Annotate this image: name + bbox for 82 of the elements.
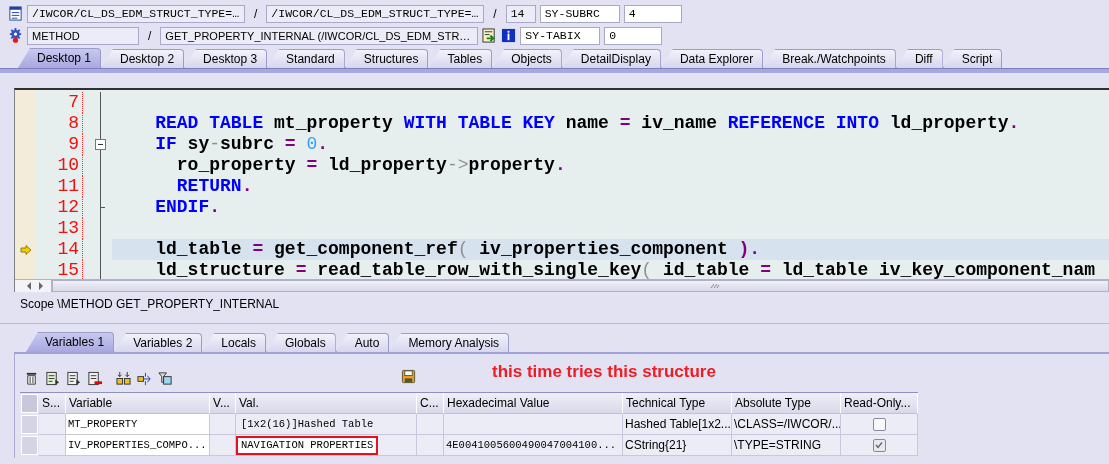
scope-label: Scope \METHOD GET_PROPERTY_INTERNAL <box>19 296 281 312</box>
tab[interactable]: Standard <box>267 49 345 68</box>
tab[interactable]: Data Explorer <box>660 49 764 68</box>
list-remove-icon[interactable] <box>87 371 102 386</box>
input-field[interactable]: SY-TABIX <box>520 26 601 45</box>
tab[interactable]: Variables 2 <box>114 333 203 352</box>
line-number: 7 <box>68 92 79 112</box>
table-cell: 4E0041005600490047004100... <box>444 435 623 456</box>
tab[interactable]: Auto <box>335 333 390 352</box>
code-line: ENDIF. <box>154 197 222 218</box>
input-field[interactable]: 14 <box>505 4 536 23</box>
scrollbar[interactable] <box>52 280 1109 292</box>
column-header[interactable]: Hexadecimal Value <box>444 393 623 414</box>
code-line: ro_property = ld_property->property. <box>175 155 567 176</box>
table-cell: IV_PROPERTIES_COMPO... <box>66 435 210 456</box>
splitter-grip-icon[interactable] <box>710 283 720 289</box>
tab[interactable]: Break./Watchpoints <box>763 49 896 68</box>
document-list-icon[interactable] <box>8 6 23 21</box>
checkbox[interactable] <box>872 438 886 452</box>
table-cell: MT_PROPERTY <box>66 414 210 435</box>
line-number: 14 <box>57 239 79 259</box>
table-cell-text: [1x2(16)]Hashed Table <box>240 416 375 432</box>
input-field[interactable]: /IWCOR/CL_DS_EDM_STRUCT_TYPE=… <box>27 4 245 23</box>
line-number: 13 <box>57 218 79 238</box>
input-field[interactable]: /IWCOR/CL_DS_EDM_STRUCT_TYPE=… <box>266 4 485 23</box>
tab[interactable]: Desktop 2 <box>101 49 185 68</box>
scroll-left-icon[interactable] <box>25 281 33 291</box>
tab[interactable]: Diff <box>895 49 943 68</box>
arrows-icon[interactable] <box>137 371 152 386</box>
line-number: 10 <box>57 155 79 175</box>
tab[interactable]: Desktop 1 <box>18 48 102 68</box>
tab[interactable]: Objects <box>492 49 562 68</box>
tab[interactable]: Script <box>942 49 1003 68</box>
tab[interactable]: Locals <box>202 333 266 352</box>
code-line: IF sy-subrc = 0. <box>154 134 330 155</box>
column-header[interactable]: Technical Type <box>623 393 732 414</box>
input-field[interactable]: SY-SUBRC <box>539 4 620 23</box>
input-field[interactable]: 4 <box>623 4 682 23</box>
trash-icon[interactable] <box>24 371 39 386</box>
table-cell: \CLASS=/IWCOR/... <box>732 414 841 435</box>
save-icon[interactable] <box>401 369 416 384</box>
line-number: 12 <box>57 197 79 217</box>
input-field[interactable]: METHOD <box>27 26 139 45</box>
column-header[interactable]: S... <box>39 393 66 414</box>
line-number: 11 <box>57 176 79 196</box>
code-line: RETURN. <box>175 176 254 197</box>
tab[interactable]: Structures <box>344 49 429 68</box>
tab[interactable]: Globals <box>266 333 336 352</box>
tab[interactable]: Variables 1 <box>26 332 115 352</box>
info-icon[interactable] <box>501 28 517 43</box>
scroll-right-icon[interactable] <box>37 281 45 291</box>
separator-text: / <box>147 28 153 43</box>
gear-icon[interactable] <box>8 28 23 43</box>
funnel-icon[interactable] <box>158 371 173 386</box>
code-line: ld_structure = read_table_row_with_single_key( id_table = ld_table iv_key_component_nam <box>154 260 1097 279</box>
table-cell: \TYPE=STRING <box>732 435 841 456</box>
table-cell: NAVIGATION PROPERTIES <box>236 435 379 455</box>
collapse-toggle[interactable] <box>95 139 106 150</box>
input-field[interactable]: 0 <box>604 26 663 45</box>
column-header[interactable]: Absolute Type <box>732 393 841 414</box>
table-cell: Hashed Table[1x2... <box>623 414 732 435</box>
checkbox[interactable] <box>872 417 886 431</box>
separator-text: / <box>253 6 259 21</box>
blocks-icon[interactable] <box>116 371 131 386</box>
tab[interactable]: Memory Analysis <box>389 333 510 352</box>
table-cell: CString{21} <box>623 435 732 456</box>
column-header[interactable]: Variable <box>66 393 210 414</box>
line-number: 9 <box>68 134 79 154</box>
line-number: 8 <box>68 113 79 133</box>
column-header[interactable]: Val. <box>236 393 417 414</box>
input-field[interactable]: GET_PROPERTY_INTERNAL (/IWCOR/CL_DS_EDM_STR… <box>160 26 479 45</box>
table-cell <box>39 414 66 435</box>
tab[interactable]: Desktop 3 <box>184 49 268 68</box>
code-line: READ TABLE mt_property WITH TABLE KEY name = iv_name REFERENCE INTO ld_property. <box>154 113 1021 134</box>
column-header[interactable]: C... <box>417 393 444 414</box>
column-header[interactable]: V... <box>210 393 236 414</box>
tab[interactable]: Tables <box>428 49 493 68</box>
annotation-text: this time tries this structure <box>492 362 716 382</box>
tab[interactable]: DetailDisplay <box>561 49 661 68</box>
line-number: 15 <box>57 260 79 279</box>
column-header[interactable]: Read-Only... <box>841 393 918 414</box>
separator-text: / <box>492 6 498 21</box>
